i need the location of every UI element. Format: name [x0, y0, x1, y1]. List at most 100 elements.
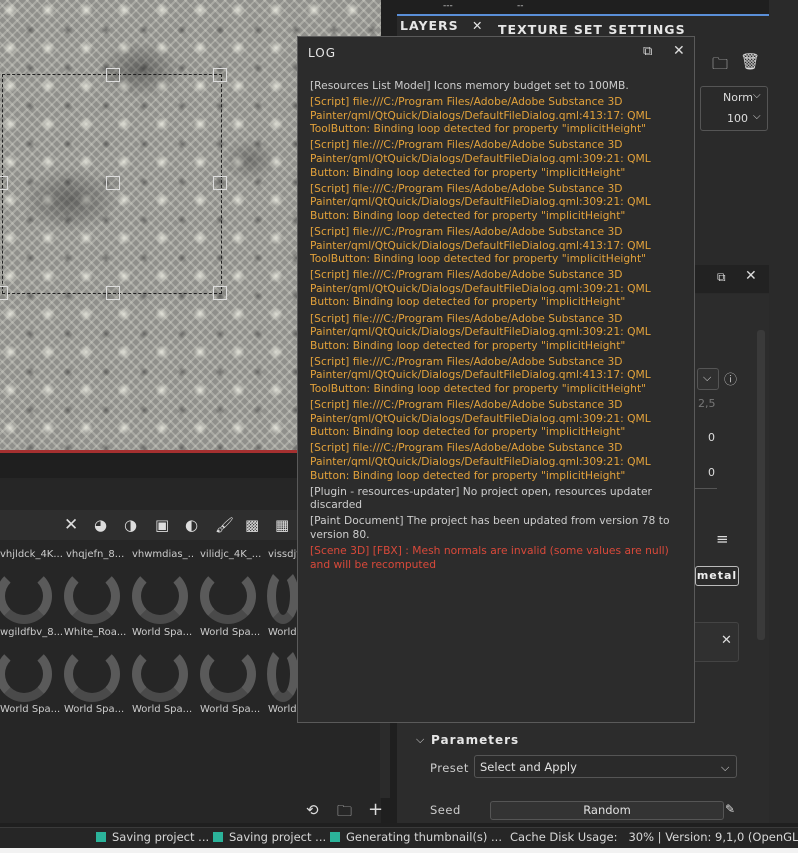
asset-name[interactable]: World: [268, 704, 298, 715]
loading-thumbnail-icon[interactable]: [64, 568, 120, 624]
grid-filter-icon[interactable]: ▦: [275, 510, 289, 540]
folder-icon[interactable]: 🗀: [337, 801, 352, 826]
chevron-down-icon[interactable]: ⌵: [753, 90, 761, 101]
asset-name[interactable]: White_Roa...: [64, 627, 126, 638]
dock-icon[interactable]: ⧉: [643, 44, 652, 59]
loading-thumbnail-icon[interactable]: [200, 568, 256, 624]
status-job[interactable]: Generating thumbnail(s) ...: [330, 830, 502, 844]
mask-filter-icon[interactable]: ◐: [185, 510, 198, 540]
strip-text: ---: [443, 1, 453, 11]
preset-select-value: Select and Apply: [480, 760, 577, 774]
dropdown-button[interactable]: ⌵: [697, 368, 719, 390]
asset-name[interactable]: vilidjc_4K_...: [200, 549, 262, 560]
blend-mode-value[interactable]: Norm: [723, 91, 753, 104]
window-bottom-edge: [0, 848, 798, 853]
log-entry-info: [Paint Document] The project has been up…: [310, 514, 670, 541]
log-entry-warn: [Script] file:///C:/Program Files/Adobe/…: [310, 95, 651, 136]
properties-scrollbar[interactable]: [757, 330, 765, 640]
top-strip: --- --: [397, 0, 769, 16]
asset-name[interactable]: World Spa...: [64, 704, 126, 715]
log-entry-warn: [Script] file:///C:/Program Files/Adobe/…: [310, 268, 651, 309]
log-window[interactable]: LOG ⧉ ✕ [Resources List Model] Icons mem…: [297, 36, 695, 723]
transform-handle[interactable]: [106, 286, 120, 300]
log-entry-warn: [Script] file:///C:/Program Files/Adobe/…: [310, 398, 651, 439]
transform-handle[interactable]: [0, 176, 8, 190]
asset-name[interactable]: World Spa...: [0, 704, 62, 715]
brush-filter-icon[interactable]: 🖌: [215, 510, 234, 540]
loading-thumbnail-icon[interactable]: [64, 646, 120, 702]
tab-layers[interactable]: LAYERS ✕: [400, 18, 484, 33]
trash-icon[interactable]: 🗑: [740, 52, 760, 71]
tab-layers-label: LAYERS: [400, 18, 459, 33]
parameters-heading[interactable]: Parameters: [431, 733, 519, 747]
log-title: LOG: [308, 46, 337, 60]
asset-name[interactable]: World Spa...: [132, 704, 194, 715]
asset-name[interactable]: World Spa...: [200, 627, 262, 638]
strip-text: --: [517, 1, 524, 11]
log-entry-info: [Plugin - resources-updater] No project …: [310, 484, 652, 512]
chevron-down-icon: ⌵: [703, 371, 712, 384]
asset-name[interactable]: World Spa...: [200, 704, 262, 715]
asset-name[interactable]: vhjldck_4K...: [0, 549, 62, 560]
opacity-value[interactable]: 100: [727, 112, 748, 125]
log-entry-info: [Resources List Model] Icons memory budg…: [310, 79, 629, 92]
transform-handle[interactable]: [213, 176, 227, 190]
cache-disk-usage: Cache Disk Usage: 30% | Version: 9,1,0 (…: [510, 830, 798, 844]
asset-name[interactable]: World: [268, 627, 298, 638]
smart-material-filter-icon[interactable]: ◑: [124, 510, 137, 540]
chevron-down-icon: ⌵: [721, 761, 730, 774]
blend-mode-box[interactable]: Norm ⌵ 100 ⌵: [700, 86, 768, 131]
close-icon[interactable]: ✕: [745, 268, 757, 284]
transform-handle[interactable]: [0, 286, 8, 300]
field-value[interactable]: 2,5: [698, 397, 716, 410]
transform-handle[interactable]: [213, 286, 227, 300]
job-status-icon: [213, 832, 223, 842]
material-filter-icon[interactable]: ◕: [94, 510, 107, 540]
info-icon[interactable]: ⓘ: [724, 369, 737, 388]
asset-name[interactable]: vhqjefn_8...: [66, 549, 128, 560]
log-entry-warn: [Script] file:///C:/Program Files/Adobe/…: [310, 181, 651, 222]
log-entries: [Resources List Model] Icons memory budg…: [310, 79, 685, 574]
close-icon[interactable]: ✕: [472, 18, 483, 33]
close-icon[interactable]: ✕: [721, 633, 732, 648]
loading-thumbnail-icon[interactable]: [132, 568, 188, 624]
asset-name[interactable]: wgildfbv_8...: [0, 627, 62, 638]
texture-filter-icon[interactable]: ▣: [155, 510, 169, 540]
field-value[interactable]: 0: [708, 431, 715, 444]
chevron-down-icon[interactable]: ⌵: [416, 733, 424, 747]
add-icon[interactable]: +: [368, 799, 383, 820]
clear-filter-close-icon[interactable]: ✕: [64, 510, 78, 540]
loading-thumbnail-icon[interactable]: [200, 646, 256, 702]
tag-metal[interactable]: metal: [695, 566, 739, 586]
preset-select[interactable]: Select and Apply ⌵: [474, 755, 737, 778]
status-bar: Saving project ... Saving project ... Ge…: [0, 827, 798, 848]
asset-name[interactable]: vhwmdias_...: [132, 549, 194, 560]
loading-thumbnail-icon[interactable]: [267, 568, 299, 624]
transform-handle[interactable]: [106, 176, 120, 190]
log-entry-warn: [Script] file:///C:/Program Files/Adobe/…: [310, 354, 651, 395]
slider-track[interactable]: [695, 488, 717, 489]
log-entry-warn: [Script] file:///C:/Program Files/Adobe/…: [310, 311, 651, 352]
asset-name[interactable]: World Spa...: [132, 627, 194, 638]
asset-name[interactable]: vissdjf...: [268, 549, 298, 560]
field-value[interactable]: 0: [708, 466, 715, 479]
job-status-icon: [330, 832, 340, 842]
folder-icon[interactable]: 🗀: [712, 53, 728, 80]
loading-thumbnail-icon[interactable]: [267, 646, 299, 702]
transform-handle[interactable]: [106, 68, 120, 82]
pencil-icon[interactable]: ✎: [725, 802, 735, 816]
alpha-filter-icon[interactable]: ▩: [245, 510, 259, 540]
log-entry-warn: [Script] file:///C:/Program Files/Adobe/…: [310, 441, 651, 482]
transform-handle[interactable]: [213, 68, 227, 82]
dock-icon[interactable]: ⧉: [717, 270, 726, 285]
status-job[interactable]: Saving project ...: [213, 830, 326, 844]
log-entry-warn: [Script] file:///C:/Program Files/Adobe/…: [310, 224, 651, 266]
refresh-icon[interactable]: ⟲: [306, 801, 319, 819]
chevron-down-icon[interactable]: ⌵: [753, 111, 761, 122]
list-filter-icon[interactable]: ≡: [716, 530, 729, 548]
loading-thumbnail-icon[interactable]: [132, 646, 188, 702]
seed-random-button[interactable]: Random: [490, 801, 724, 820]
close-icon[interactable]: ✕: [673, 43, 685, 59]
status-job[interactable]: Saving project ...: [96, 830, 209, 844]
tab-texture-set-settings[interactable]: TEXTURE SET SETTINGS: [498, 22, 686, 37]
